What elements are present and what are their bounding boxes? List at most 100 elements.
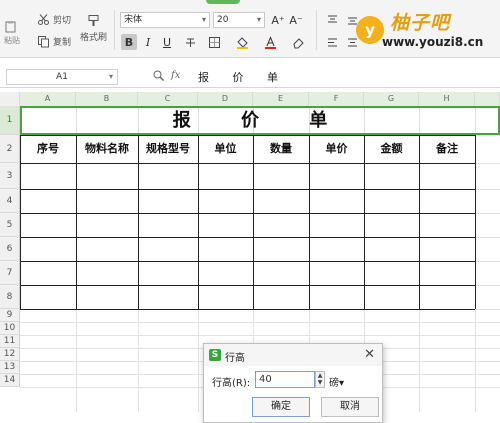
underline-icon: U <box>162 35 172 49</box>
row-header-12[interactable]: 12 <box>0 348 20 361</box>
column-header-c[interactable]: C <box>138 92 198 106</box>
font-size-select[interactable]: 20 ▾ <box>213 12 265 28</box>
align-top-icon <box>326 14 339 27</box>
row-header-5[interactable]: 5 <box>0 213 20 237</box>
table-border <box>20 285 475 286</box>
close-icon[interactable]: ✕ <box>364 347 375 362</box>
watermark-title: 柚子吧 <box>390 12 451 34</box>
chevron-down-icon: ▾ <box>256 15 261 24</box>
unit-value: 磅 <box>329 378 339 389</box>
watermark-logo: y 柚子吧 www.youzi8.cn <box>356 4 500 52</box>
formula-input[interactable]: 报 价 单 <box>198 69 288 85</box>
table-header-cell[interactable]: 规格型号 <box>138 136 198 162</box>
row-header-9[interactable]: 9 <box>0 309 20 322</box>
column-header-d[interactable]: D <box>198 92 253 106</box>
row-height-input[interactable]: 40 <box>255 371 315 388</box>
column-header-h[interactable]: H <box>419 92 475 106</box>
paste-icon <box>4 20 17 33</box>
table-header-cell[interactable]: 序号 <box>20 136 76 162</box>
gridline <box>20 322 500 323</box>
row-header-13[interactable]: 13 <box>0 361 20 374</box>
name-box[interactable]: A1 ▾ <box>6 69 118 85</box>
row-header-4[interactable]: 4 <box>0 189 20 213</box>
font-color-icon <box>264 35 277 49</box>
row-header-3[interactable]: 3 <box>0 163 20 189</box>
table-border <box>20 189 475 190</box>
select-all-corner[interactable] <box>0 92 20 106</box>
format-painter-button[interactable]: 格式刷 <box>80 14 107 43</box>
fill-color-button[interactable] <box>234 34 250 50</box>
row-header-1[interactable]: 1 <box>0 106 20 135</box>
row-header-14[interactable]: 14 <box>0 374 20 387</box>
table-border <box>20 309 475 310</box>
row-header-2[interactable]: 2 <box>0 135 20 163</box>
font-name-select[interactable]: 宋体 ▾ <box>120 12 210 28</box>
table-header-cell[interactable]: 金额 <box>364 136 419 162</box>
bold-button[interactable]: B <box>121 34 137 50</box>
shrink-font-icon: A⁻ <box>289 13 303 27</box>
font-name-value: 宋体 <box>124 15 143 25</box>
grow-font-button[interactable]: A⁺ <box>270 12 286 28</box>
cancel-button[interactable]: 取消 <box>321 397 379 417</box>
cell-reference: A1 <box>56 72 68 82</box>
table-header-cell[interactable]: 单价 <box>309 136 364 162</box>
row-header-7[interactable]: 7 <box>0 261 20 285</box>
row-height-dialog: S 行高 ✕ 行高(R): 40 ▲ ▼ 磅▾ 确定 取消 <box>203 343 383 423</box>
font-color-button[interactable] <box>262 34 278 50</box>
column-header-b[interactable]: B <box>76 92 138 106</box>
paste-button[interactable]: 粘贴 <box>4 20 20 46</box>
column-header-e[interactable]: E <box>253 92 309 106</box>
strikethrough-button[interactable] <box>182 34 198 50</box>
paint-bucket-icon <box>236 36 249 49</box>
row-header-6[interactable]: 6 <box>0 237 20 261</box>
table-border <box>20 261 475 262</box>
copy-button[interactable]: 复制 <box>37 35 71 48</box>
align-top-button[interactable] <box>324 12 340 28</box>
zoom-icon[interactable] <box>152 69 165 82</box>
watermark-url: www.youzi8.cn <box>382 35 484 49</box>
format-painter-label: 格式刷 <box>80 33 108 43</box>
table-header-cell[interactable]: 备注 <box>419 136 475 162</box>
underline-button[interactable]: U <box>159 34 175 50</box>
watermark-badge: y <box>356 16 384 44</box>
column-header-g[interactable]: G <box>364 92 419 106</box>
column-headers: ABCDEFGH <box>0 92 500 106</box>
paste-label: 粘贴 <box>4 36 20 45</box>
strikethrough-icon <box>184 36 197 49</box>
border-icon <box>208 36 221 49</box>
grow-font-icon: A⁺ <box>271 13 285 27</box>
border-button[interactable] <box>206 34 222 50</box>
ribbon-separator <box>114 10 115 50</box>
ribbon-separator <box>316 10 317 50</box>
table-header-cell[interactable]: 物料名称 <box>76 136 138 162</box>
column-header-a[interactable]: A <box>20 92 76 106</box>
shrink-font-button[interactable]: A⁻ <box>288 12 304 28</box>
column-header-f[interactable]: F <box>309 92 364 106</box>
italic-button[interactable]: I <box>140 34 156 50</box>
scissors-icon <box>37 13 50 26</box>
table-header-cell[interactable]: 数量 <box>253 136 309 162</box>
fx-icon[interactable]: fx <box>171 70 180 81</box>
row-header-8[interactable]: 8 <box>0 285 20 309</box>
italic-icon: I <box>145 35 151 49</box>
column-header-next[interactable] <box>475 92 500 106</box>
table-border <box>20 213 475 214</box>
cut-label: 剪切 <box>53 16 72 26</box>
ok-button[interactable]: 确定 <box>252 397 310 417</box>
row-header-10[interactable]: 10 <box>0 322 20 335</box>
copy-icon <box>37 35 50 48</box>
row-height-stepper[interactable]: ▲ ▼ <box>315 371 325 388</box>
copy-label: 复制 <box>53 38 72 48</box>
unit-select[interactable]: 磅▾ <box>329 374 344 389</box>
row-header-11[interactable]: 11 <box>0 335 20 348</box>
table-header-cell[interactable]: 单位 <box>198 136 253 162</box>
brush-icon <box>87 14 100 27</box>
dialog-titlebar: S 行高 ✕ <box>204 344 382 366</box>
clear-format-button[interactable] <box>290 34 306 50</box>
sheet-title-cell[interactable]: 报 价 单 <box>22 107 500 134</box>
align-left-button[interactable] <box>324 34 340 50</box>
formula-icons: fx <box>152 69 180 82</box>
table-border <box>475 135 476 309</box>
cut-button[interactable]: 剪切 <box>37 13 71 26</box>
row-height-label: 行高(R): <box>212 378 251 389</box>
